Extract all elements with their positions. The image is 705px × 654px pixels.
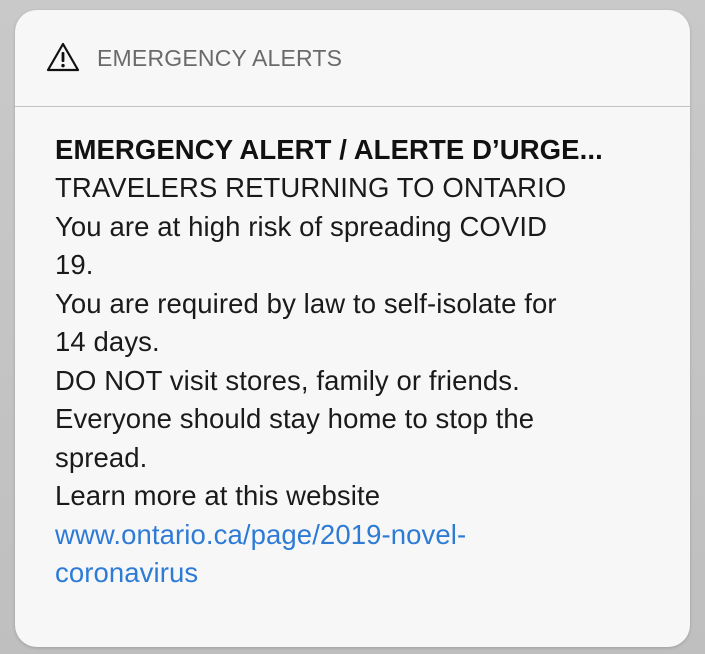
alert-line: 19.	[55, 249, 94, 280]
alert-line: Everyone should stay home to stop the	[55, 403, 535, 434]
notification-body: EMERGENCY ALERT / ALERTE D’URGE... TRAVE…	[15, 107, 690, 593]
warning-triangle-icon	[46, 42, 80, 72]
alert-line: TRAVELERS RETURNING TO ONTARIO	[55, 172, 567, 203]
alert-line: Learn more at this website	[55, 480, 381, 511]
alert-line: 14 days.	[55, 326, 160, 357]
emergency-alert-notification[interactable]: EMERGENCY ALERTS EMERGENCY ALERT / ALERT…	[15, 10, 690, 647]
notification-header: EMERGENCY ALERTS	[15, 10, 690, 107]
alert-title: EMERGENCY ALERT / ALERTE D’URGE...	[55, 134, 603, 165]
alert-line: spread.	[55, 441, 148, 473]
alert-line: DO NOT visit stores, family or friends.	[55, 364, 520, 396]
ontario-website-link[interactable]: coronavirus	[55, 554, 660, 593]
app-name: EMERGENCY ALERTS	[97, 44, 343, 71]
alert-line: You are required by law to self-isolate …	[55, 287, 557, 319]
alert-line: You are at high risk of spreading COVID	[55, 210, 548, 242]
ontario-website-link[interactable]: www.ontario.ca/page/2019-novel-	[55, 516, 660, 555]
